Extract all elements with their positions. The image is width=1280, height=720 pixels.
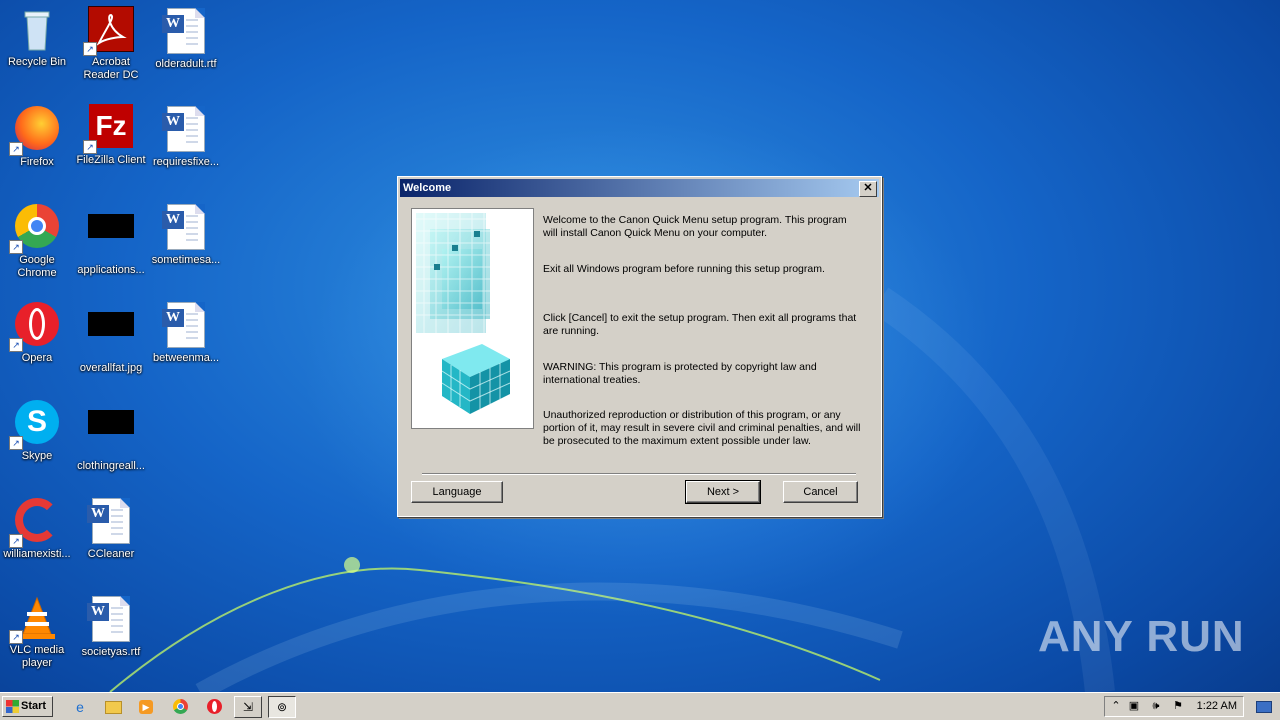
image-thumbnail-icon <box>87 312 135 360</box>
clock[interactable]: 1:22 AM <box>1197 697 1237 716</box>
recycle-bin-icon <box>13 6 61 54</box>
desktop-icon-clothingreall[interactable]: clothingreall... <box>74 398 148 473</box>
icon-label: olderadult.rtf <box>155 58 217 70</box>
anyrun-watermark: ANY RUN <box>1038 612 1245 661</box>
icon-label: FileZilla Client <box>76 154 146 166</box>
desktop-icon-opera[interactable]: ↗ Opera <box>0 300 74 365</box>
button-separator <box>422 473 856 475</box>
setup-task-icon[interactable]: ⇲ <box>234 696 262 718</box>
icon-label: Skype <box>21 450 53 462</box>
icon-label: Firefox <box>20 156 54 168</box>
taskbar: Start e ▶ ⇲ ⊚ ⌃ ▣ 🕪 ⚑ 1:22 AM <box>0 692 1280 720</box>
desktop-icon-applications[interactable]: applications... <box>74 202 148 277</box>
legal-notice-text: Unauthorized reproduction or distributio… <box>543 409 861 447</box>
opera-icon: ↗ <box>9 302 61 352</box>
flag-icon[interactable]: ⚑ <box>1171 699 1185 713</box>
start-button[interactable]: Start <box>2 696 53 717</box>
windows-flag-icon <box>6 700 19 713</box>
vlc-icon: ↗ <box>9 594 61 644</box>
desktop-icon-firefox[interactable]: ↗ Firefox <box>0 104 74 169</box>
desktop-icon-olderadult[interactable]: W olderadult.rtf <box>149 6 223 71</box>
desktop-icon-filezilla[interactable]: Fz ↗ FileZilla Client <box>74 104 148 167</box>
word-document-icon: W <box>162 8 210 56</box>
chrome-icon: ↗ <box>9 204 61 254</box>
exit-programs-text: Exit all Windows program before running … <box>543 263 825 275</box>
close-button[interactable]: ✕ <box>859 181 877 197</box>
internet-explorer-icon[interactable]: e <box>69 696 91 718</box>
image-thumbnail-icon <box>87 410 135 458</box>
icon-label: requiresfixe... <box>152 156 220 168</box>
action-center-icon[interactable]: ▣ <box>1127 699 1141 713</box>
setup-banner-image <box>411 208 534 429</box>
icon-label: Opera <box>21 352 53 364</box>
next-button[interactable]: Next > <box>685 480 761 504</box>
chrome-icon[interactable] <box>169 696 191 718</box>
filezilla-icon: Fz ↗ <box>83 104 135 154</box>
copyright-warning-text: WARNING: This program is protected by co… <box>543 361 817 386</box>
word-document-icon: W <box>87 596 135 644</box>
desktop-icon-betweenma[interactable]: W betweenma... <box>149 300 223 365</box>
acrobat-icon: ↗ <box>83 6 135 56</box>
media-player-icon[interactable]: ▶ <box>135 696 157 718</box>
icon-label: CCleaner <box>87 548 135 560</box>
icon-label: Recycle Bin <box>7 56 67 68</box>
icon-label: VLC media player <box>9 644 65 669</box>
explorer-folder-icon[interactable] <box>102 696 124 718</box>
word-document-icon: W <box>162 106 210 154</box>
cancel-button[interactable]: Cancel <box>783 481 858 503</box>
icon-label: societyas.rtf <box>81 646 141 658</box>
cancel-instruction-text: Click [Cancel] to exit the setup program… <box>543 312 857 337</box>
word-document-icon: W <box>162 302 210 350</box>
icon-label: williamexisti... <box>3 548 71 560</box>
desktop-icon-recycle-bin[interactable]: Recycle Bin <box>0 6 74 69</box>
desktop-icon-sometimesa[interactable]: W sometimesa... <box>149 202 223 267</box>
desktop-icon-skype[interactable]: S ↗ Skype <box>0 398 74 463</box>
volume-icon[interactable]: 🕪 <box>1149 699 1163 713</box>
desktop-icon-vlc[interactable]: ↗ VLC media player <box>0 594 74 670</box>
start-label: Start <box>21 700 47 712</box>
icon-label: betweenma... <box>152 352 220 364</box>
chevron-up-icon[interactable]: ⌃ <box>1109 699 1123 713</box>
intro-text: Welcome to the Canon Quick Menu setup pr… <box>543 214 847 239</box>
firefox-icon: ↗ <box>9 106 61 156</box>
icon-label: applications... <box>77 264 145 276</box>
cubes-graphic <box>412 209 533 428</box>
image-thumbnail-icon <box>87 214 135 262</box>
dialog-title: Welcome <box>403 182 452 194</box>
icon-label: overallfat.jpg <box>79 362 143 374</box>
desktop-icon-societyas[interactable]: W societyas.rtf <box>74 594 148 659</box>
welcome-dialog: Welcome ✕ Welcome to the Canon Quick Men… <box>397 176 882 517</box>
desktop-icon-overallfat[interactable]: overallfat.jpg <box>74 300 148 375</box>
show-desktop-icon[interactable] <box>1252 697 1276 717</box>
desktop-icon-williamexisti[interactable]: W CCleaner <box>74 496 148 561</box>
desktop-icon-chrome[interactable]: ↗ Google Chrome <box>0 202 74 280</box>
skype-icon: S ↗ <box>9 400 61 450</box>
word-document-icon: W <box>87 498 135 546</box>
ccleaner-icon: ↗ <box>9 498 61 548</box>
desktop-icon-requiresfixe[interactable]: W requiresfixe... <box>149 104 223 169</box>
dialog-titlebar[interactable]: Welcome ✕ <box>400 179 879 197</box>
icon-label: clothingreall... <box>77 460 145 472</box>
welcome-task-icon[interactable]: ⊚ <box>268 696 296 718</box>
icon-label: Acrobat Reader DC <box>83 56 139 81</box>
icon-label: sometimesa... <box>151 254 221 266</box>
icon-label: Google Chrome <box>17 254 57 279</box>
language-button[interactable]: Language <box>411 481 503 503</box>
system-tray: ⌃ ▣ 🕪 ⚑ 1:22 AM <box>1104 696 1244 717</box>
word-document-icon: W <box>162 204 210 252</box>
desktop-icon-ccleaner[interactable]: ↗ williamexisti... <box>0 496 74 561</box>
opera-icon[interactable] <box>203 696 225 718</box>
desktop-icon-acrobat[interactable]: ↗ Acrobat Reader DC <box>74 6 148 82</box>
